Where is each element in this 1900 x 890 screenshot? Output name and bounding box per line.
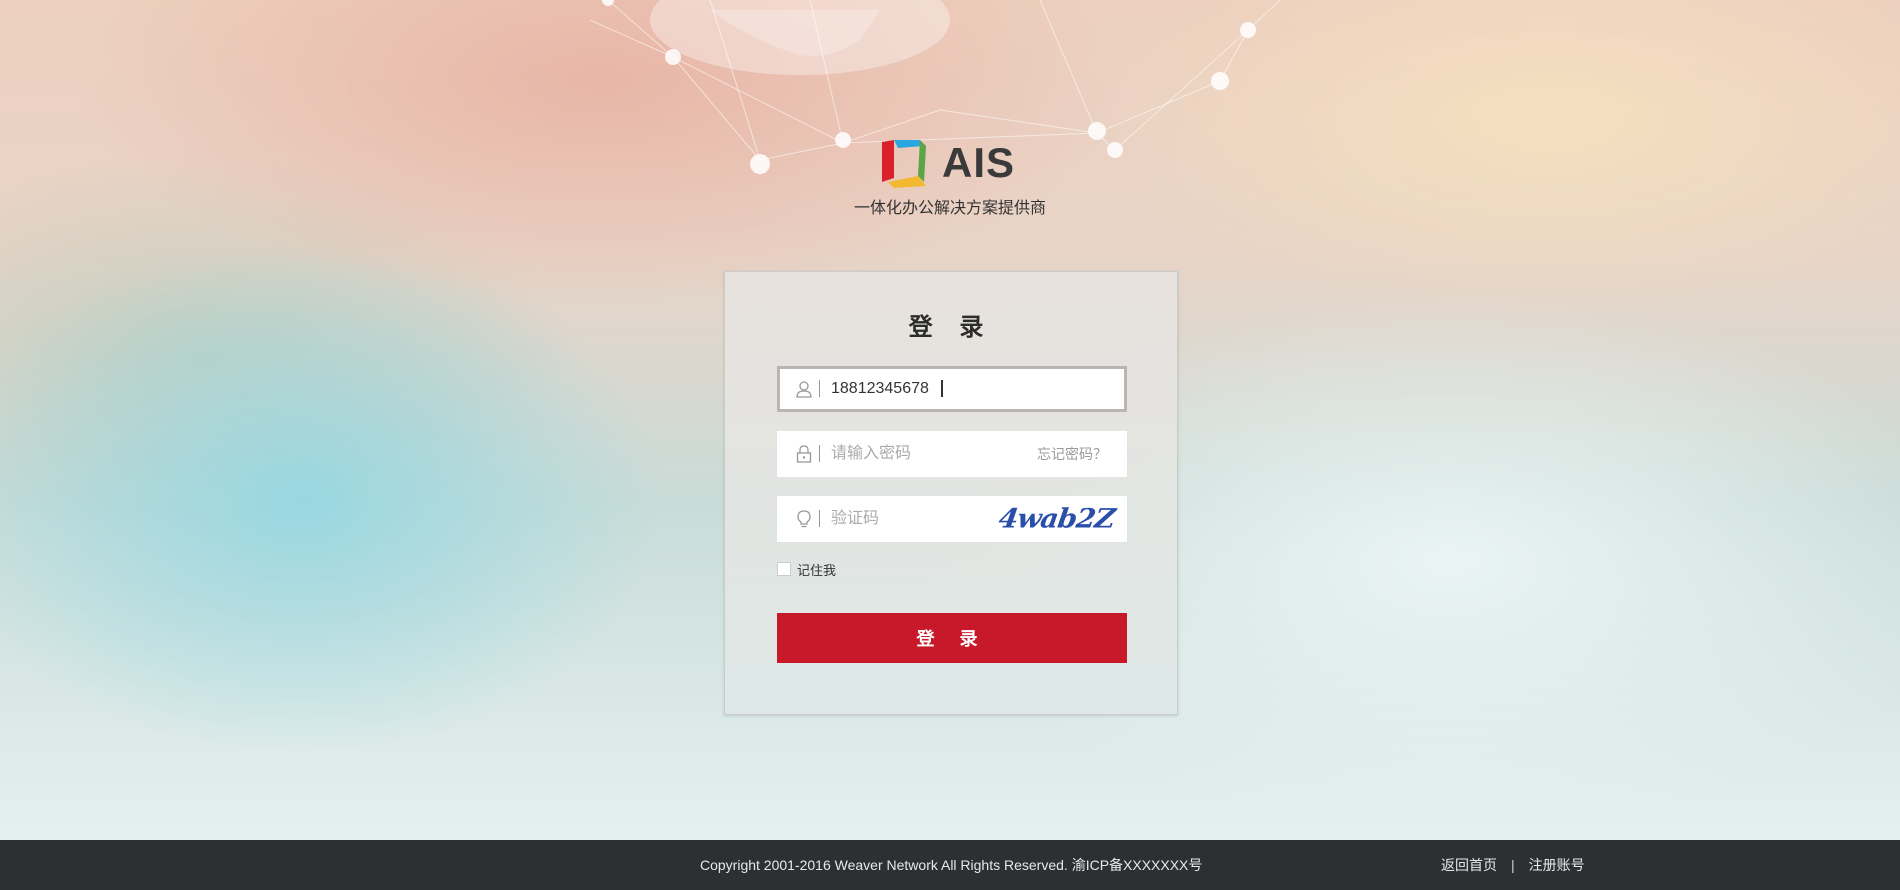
footer-divider: |: [1511, 857, 1515, 873]
text-caret: [941, 380, 943, 397]
lock-icon: [796, 445, 812, 463]
captcha-image[interactable]: 4wab2Z: [997, 502, 1117, 536]
remember-me-label: 记住我: [797, 562, 837, 578]
password-field[interactable]: 忘记密码？: [777, 431, 1127, 477]
remember-me[interactable]: 记住我: [777, 560, 836, 578]
login-title: 登 录: [908, 314, 994, 341]
login-card: 登 录 忘记密码？ 4wab2Z 记住我 登 录: [724, 271, 1178, 715]
field-separator: [819, 445, 820, 462]
brand-slogan: 一体化办公解决方案提供商: [853, 200, 1046, 217]
footer-links: 返回首页 | 注册账号: [1441, 840, 1585, 890]
lightbulb-icon: [797, 510, 811, 528]
field-separator: [819, 510, 820, 527]
captcha-text: 4wab2Z: [996, 502, 1117, 535]
copyright-text: Copyright 2001-2016 Weaver Network All R…: [700, 857, 1203, 873]
username-input[interactable]: [831, 369, 1031, 409]
user-icon: [796, 381, 812, 398]
password-input[interactable]: [831, 431, 1031, 477]
login-button[interactable]: 登 录: [777, 613, 1127, 663]
remember-me-checkbox[interactable]: [777, 562, 791, 576]
register-link[interactable]: 注册账号: [1529, 840, 1585, 890]
logo-mark-icon: [882, 140, 926, 188]
footer: Copyright 2001-2016 Weaver Network All R…: [0, 840, 1900, 890]
back-home-link[interactable]: 返回首页: [1441, 840, 1497, 890]
brand-logo: AIS: [880, 138, 1030, 188]
forgot-password-link[interactable]: 忘记密码？: [1037, 431, 1107, 477]
username-field[interactable]: [777, 366, 1127, 412]
captcha-field[interactable]: 4wab2Z: [777, 496, 1127, 542]
brand-name: AIS: [942, 139, 1016, 186]
field-separator: [819, 380, 820, 397]
